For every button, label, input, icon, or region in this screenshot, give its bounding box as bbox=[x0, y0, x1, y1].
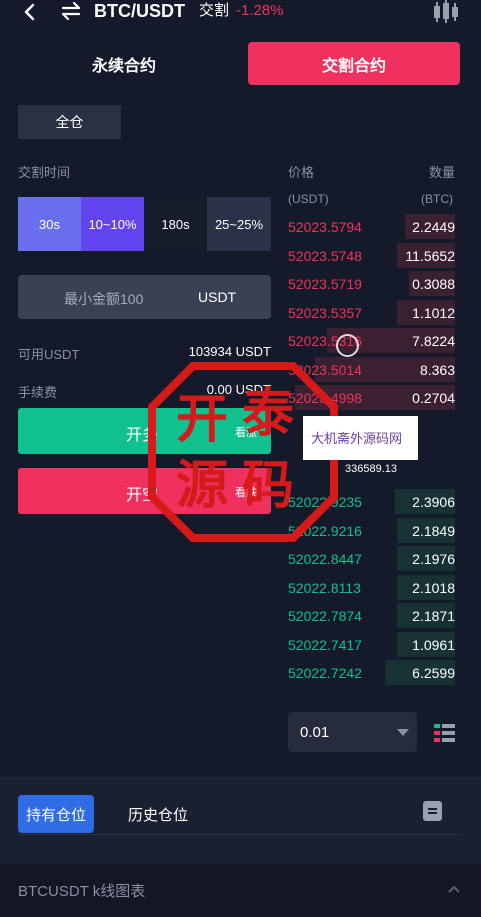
watermark-banner: 大机斋外源码网 bbox=[303, 416, 418, 460]
bid-qty: 2.1976 bbox=[412, 551, 455, 567]
seal-char-4: 码 bbox=[242, 455, 295, 516]
bid-row[interactable]: 52022.7874 2.1871 bbox=[288, 602, 455, 629]
mid-price: 336589.13 bbox=[345, 463, 397, 475]
tab-delivery[interactable]: 交割合约 bbox=[248, 42, 460, 85]
bid-qty: 2.3906 bbox=[412, 494, 455, 510]
time-option-180s[interactable]: 180s bbox=[144, 197, 207, 251]
ask-price: 52023.5794 bbox=[288, 219, 362, 235]
depth-layout-icon[interactable] bbox=[434, 724, 455, 742]
ask-price: 52023.5719 bbox=[288, 276, 362, 292]
loading-spinner-icon bbox=[336, 334, 359, 357]
bid-price: 52022.8447 bbox=[288, 551, 362, 567]
ask-qty: 7.8224 bbox=[412, 333, 455, 349]
margin-mode-button[interactable]: 全仓 bbox=[18, 105, 121, 139]
document-icon[interactable] bbox=[423, 801, 442, 821]
ask-qty: 2.2449 bbox=[412, 219, 455, 235]
back-arrow-icon[interactable] bbox=[20, 2, 40, 22]
fee-label: 手续费 bbox=[18, 385, 58, 400]
header: BTC/USDT 交割 -1.28% bbox=[0, 0, 481, 26]
ask-row[interactable]: 52023.5316 7.8224 bbox=[288, 327, 455, 354]
ask-qty: 0.2704 bbox=[412, 390, 455, 406]
qty-unit: (BTC) bbox=[421, 192, 453, 206]
qty-header: 数量 bbox=[429, 165, 456, 180]
trading-pair[interactable]: BTC/USDT bbox=[94, 0, 185, 22]
bid-qty: 2.1849 bbox=[412, 522, 455, 539]
ask-row[interactable]: 52023.5357 1.1012 bbox=[288, 299, 455, 326]
ask-qty: 1.1012 bbox=[412, 304, 455, 321]
precision-value: 0.01 bbox=[300, 724, 330, 741]
seal-char-1: 开 bbox=[176, 389, 229, 450]
available-value: 103934 USDT bbox=[188, 344, 271, 359]
seal-char-2: 泰 bbox=[242, 383, 295, 444]
ask-qty: 11.5652 bbox=[405, 247, 455, 264]
ask-row[interactable]: 52023.5794 2.2449 bbox=[288, 213, 455, 240]
ask-row[interactable]: 52023.5719 0.3088 bbox=[288, 270, 455, 297]
price-change: -1.28% bbox=[236, 2, 284, 19]
amount-placeholder: 最小金额100 bbox=[64, 291, 144, 307]
tab-history-positions[interactable]: 历史仓位 bbox=[128, 804, 188, 825]
time-option-10pct[interactable]: 10~10% bbox=[81, 197, 144, 251]
available-label: 可用USDT bbox=[18, 347, 80, 362]
chevron-up-icon[interactable] bbox=[448, 885, 460, 893]
watermark-text: 大机斋外源码网 bbox=[311, 432, 403, 447]
time-option-30s[interactable]: 30s bbox=[18, 197, 81, 251]
precision-select[interactable]: 0.01 bbox=[288, 712, 417, 752]
candlestick-chart-icon[interactable] bbox=[432, 0, 460, 24]
positions-underline bbox=[18, 834, 460, 835]
ask-qty: 8.363 bbox=[419, 361, 455, 378]
bid-row[interactable]: 52022.7242 6.2599 bbox=[288, 659, 455, 686]
dropdown-caret-icon bbox=[397, 729, 409, 736]
bid-price: 52022.7417 bbox=[288, 636, 362, 653]
bid-row[interactable]: 52022.8447 2.1976 bbox=[288, 545, 455, 572]
bid-row[interactable]: 52022.8113 2.1018 bbox=[288, 574, 455, 601]
bid-qty: 1.0961 bbox=[412, 636, 455, 653]
ask-price: 52023.5748 bbox=[288, 247, 362, 264]
bid-row[interactable]: 52022.7417 1.0961 bbox=[288, 631, 455, 658]
bid-qty: 6.2599 bbox=[412, 665, 455, 681]
price-header: 价格 bbox=[288, 165, 315, 180]
bid-qty: 2.1871 bbox=[412, 608, 455, 624]
bid-price: 52022.8113 bbox=[288, 579, 361, 596]
delivery-time-label: 交割时间 bbox=[18, 165, 71, 180]
seal-char-3: 源 bbox=[176, 455, 229, 516]
tab-perpetual[interactable]: 永续合约 bbox=[18, 42, 230, 85]
bid-price: 52022.7242 bbox=[288, 665, 362, 681]
time-option-25pct[interactable]: 25~25% bbox=[207, 197, 271, 251]
trading-screen: BTC/USDT 交割 -1.28% 永续合约 交割合约 全仓 交割时间 30s… bbox=[0, 0, 481, 917]
amount-input[interactable]: 最小金额100 USDT bbox=[18, 275, 271, 319]
bid-price: 52022.7874 bbox=[288, 608, 362, 624]
price-unit: (USDT) bbox=[288, 192, 329, 206]
swap-icon[interactable] bbox=[60, 1, 82, 21]
ask-row[interactable]: 52023.5748 11.5652 bbox=[288, 242, 455, 269]
kline-label: BTCUSDT k线图表 bbox=[18, 883, 146, 900]
contract-type: 交割 bbox=[199, 2, 230, 19]
amount-unit: USDT bbox=[198, 289, 237, 305]
ask-price: 52023.5357 bbox=[288, 304, 362, 321]
ask-qty: 0.3088 bbox=[412, 276, 455, 292]
tab-holding-positions[interactable]: 持有仓位 bbox=[18, 795, 94, 833]
bid-qty: 2.1018 bbox=[412, 579, 455, 596]
